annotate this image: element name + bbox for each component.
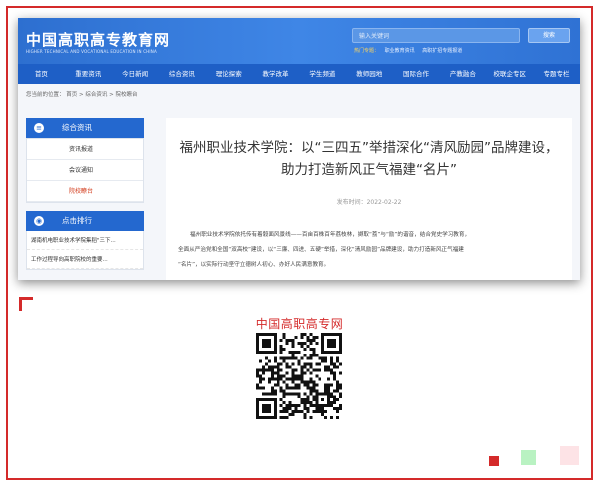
- article-body: 福州职业技术学院依托传有着毅面风景线——百亩百株百年荔枝林，撷取“荔”与“励”的…: [178, 228, 562, 273]
- breadcrumb: 您当前的位置： 首页 > 综合资讯 > 院校瞭台: [26, 92, 138, 98]
- decor-square-pink: [560, 446, 579, 465]
- site-logo-subtitle: HIGHER TECHNICAL AND VOCATIONAL EDUCATIO…: [26, 49, 157, 54]
- hot-topic-link[interactable]: 高职扩招专题报道: [422, 48, 462, 54]
- sidebar-item-meetings[interactable]: 会议通知: [27, 160, 143, 181]
- hot-topics-label: 热门专题：: [354, 48, 380, 54]
- ranking-list: 湖南机电职业技术学院集稻"三下... 工作过程导向高职院校的重要...: [26, 231, 144, 270]
- list-item[interactable]: 湖南机电职业技术学院集稻"三下...: [27, 231, 143, 250]
- article-paragraph: 福州职业技术学院依托传有着毅面风景线——百亩百株百年荔枝林，撷取“荔”与“励”的…: [190, 232, 471, 238]
- nav-item-school-enterprise[interactable]: 校联企专区: [486, 64, 533, 84]
- nav-item-students[interactable]: 学生频道: [299, 64, 346, 84]
- article-date: 发布时间：2022-02-22: [336, 199, 402, 206]
- search-placeholder: 输入关键词: [359, 33, 390, 40]
- search-input[interactable]: 输入关键词: [352, 28, 520, 43]
- sidebar-box-ranking: ◉ 点击排行: [26, 211, 144, 231]
- sidebar: ≡ 综合资讯 资讯报道 会议通知 院校瞭台 ◉ 点击排行 湖南机电职业技术学院集…: [26, 118, 144, 280]
- site-header: 中国高职高专教育网 HIGHER TECHNICAL AND VOCATIONA…: [18, 18, 580, 64]
- nav-item-teachers[interactable]: 教师园地: [346, 64, 393, 84]
- decor-square-green: [521, 450, 536, 465]
- nav-item-international[interactable]: 国际合作: [393, 64, 440, 84]
- article-title-line: 助力打造新风正气福建“名片”: [281, 162, 457, 178]
- article-paragraph-cont: 全面从严治党和全国“双高校”建设，以“三廉、四进、五硬”举措，深化“清风励园”品…: [178, 247, 464, 253]
- nav-item-industry[interactable]: 产教融合: [439, 64, 486, 84]
- hot-topics: 热门专题： 职业教育资讯 高职扩招专题报道: [354, 47, 468, 54]
- decor-square-red: [489, 456, 499, 466]
- sidebar-box-title: 综合资讯: [62, 123, 92, 132]
- website-screenshot: 中国高职高专教育网 HIGHER TECHNICAL AND VOCATIONA…: [18, 18, 580, 280]
- nav-item-theory[interactable]: 理论探索: [205, 64, 252, 84]
- nav-item-important-news[interactable]: 重要资讯: [65, 64, 112, 84]
- corner-marker: [19, 297, 33, 311]
- site-caption: 中国高职高专网: [255, 317, 344, 331]
- list-icon: ≡: [34, 123, 44, 133]
- site-logo[interactable]: 中国高职高专教育网: [26, 29, 170, 50]
- nav-item-teaching-reform[interactable]: 教学改革: [252, 64, 299, 84]
- list-item[interactable]: 工作过程导向高职院校的重要...: [27, 250, 143, 269]
- article: 福州职业技术学院：以“三四五”举措深化“清风励园”品牌建设， 助力打造新风正气福…: [166, 118, 572, 280]
- sidebar-item-news[interactable]: 资讯报道: [27, 139, 143, 160]
- main-nav: 首页 重要资讯 今日新闻 综合资讯 理论探索 教学改革 学生频道 教师园地 国际…: [18, 64, 580, 84]
- article-title: 福州职业技术学院：以“三四五”举措深化“清风励园”品牌建设， 助力打造新风正气福…: [166, 137, 572, 181]
- nav-item-special-topics[interactable]: 专题专栏: [533, 64, 580, 84]
- sidebar-box-title: 点击排行: [62, 216, 92, 225]
- sidebar-item-colleges[interactable]: 院校瞭台: [27, 181, 143, 202]
- sidebar-box-general: ≡ 综合资讯: [26, 118, 144, 138]
- sidebar-links: 资讯报道 会议通知 院校瞭台: [26, 138, 144, 203]
- article-title-line: 福州职业技术学院：以“三四五”举措深化“清风励园”品牌建设，: [179, 140, 559, 156]
- target-icon: ◉: [34, 216, 44, 226]
- search-button[interactable]: 搜索: [528, 28, 570, 43]
- article-paragraph-cont: “名片”，以实际行动坚守立德树人初心、办好人民满意教育。: [178, 262, 330, 268]
- qr-code: [256, 333, 342, 419]
- nav-item-home[interactable]: 首页: [18, 64, 65, 84]
- nav-item-general-news[interactable]: 综合资讯: [158, 64, 205, 84]
- hot-topic-link[interactable]: 职业教育资讯: [385, 48, 415, 54]
- nav-item-today-news[interactable]: 今日新闻: [112, 64, 159, 84]
